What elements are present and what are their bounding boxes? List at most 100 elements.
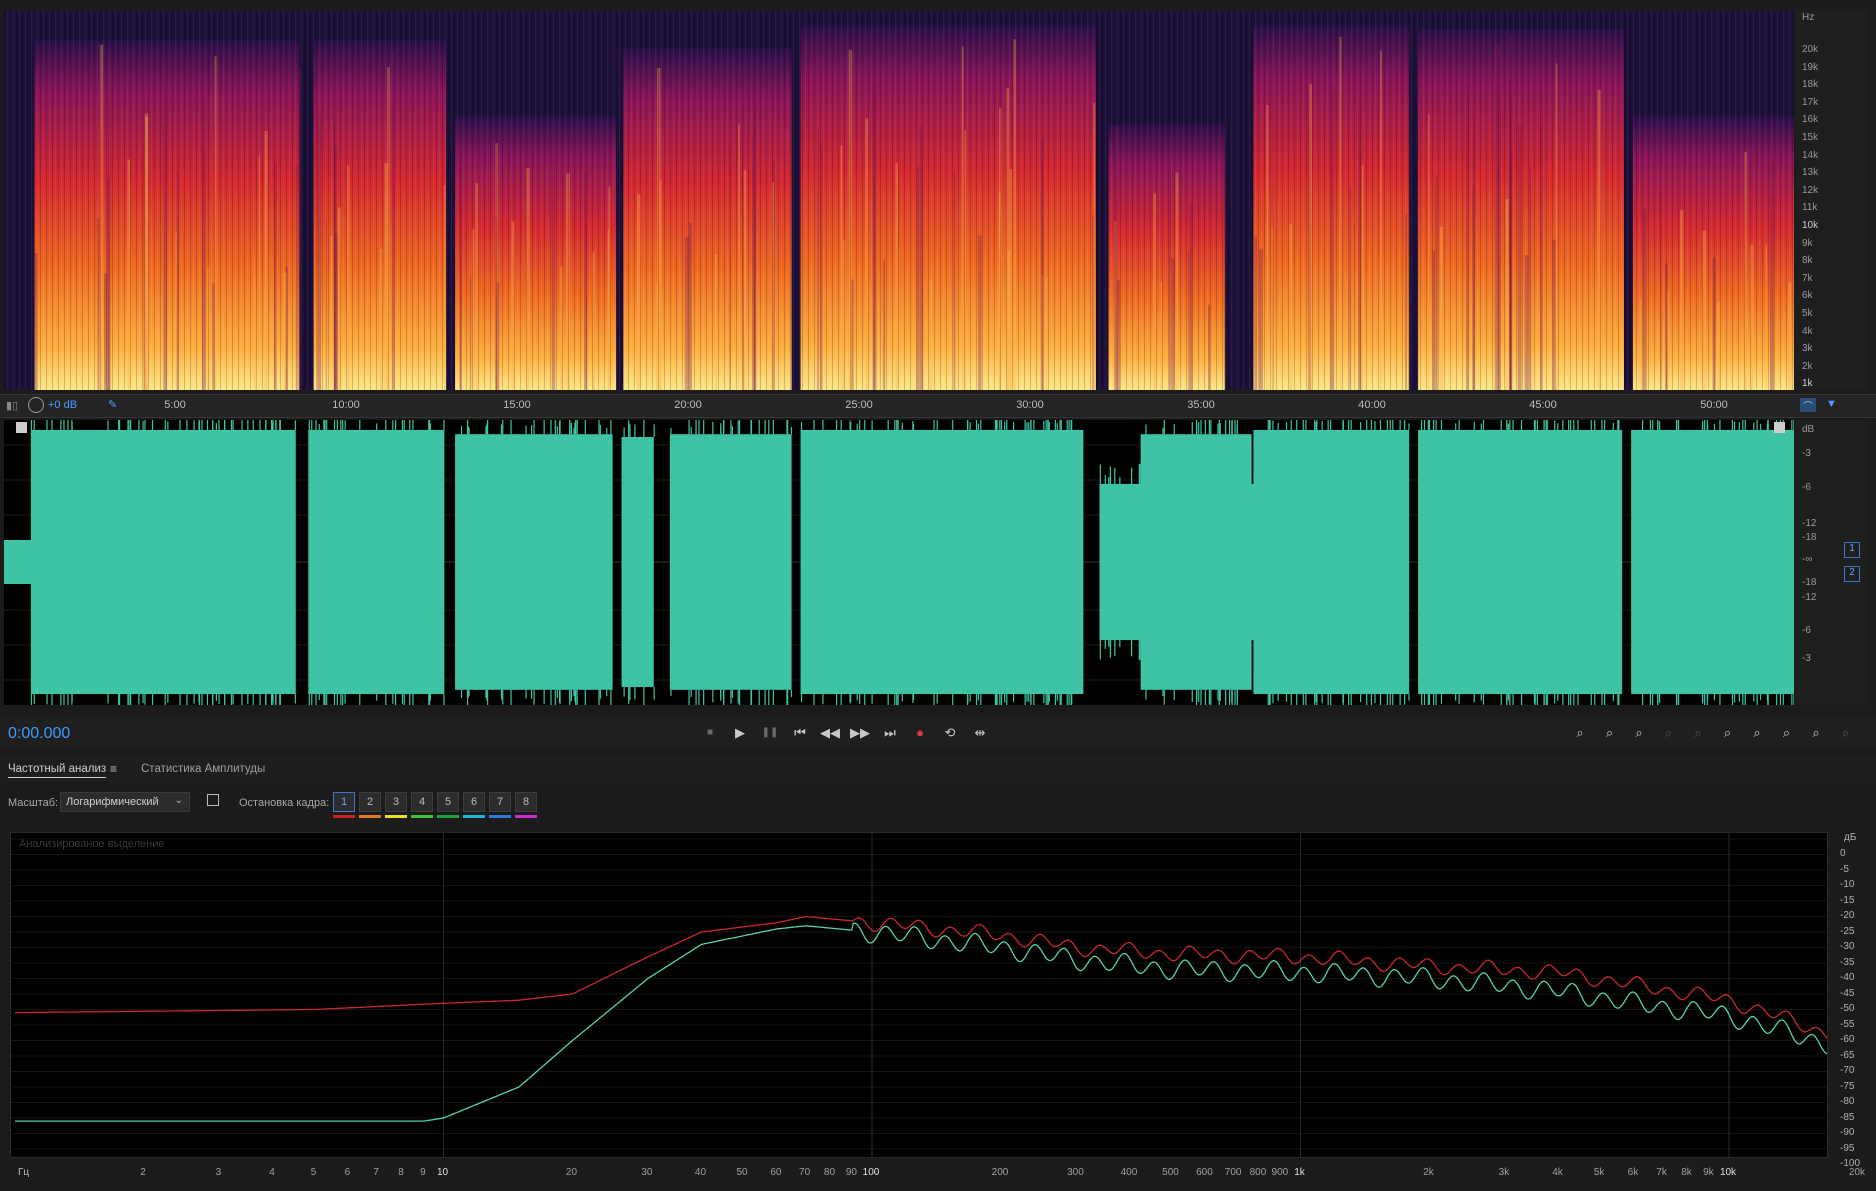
waveform-peak [1793,694,1794,705]
channel-2-button[interactable]: 2 [1844,566,1860,582]
freeze-frame-button-5[interactable]: 5 [437,792,459,812]
marker-icon[interactable]: ▼ [1826,398,1837,410]
channel-1-button[interactable]: 1 [1844,542,1860,558]
hz-label: 3k [1802,343,1813,355]
stop-icon[interactable]: ■ [700,724,720,742]
current-time[interactable]: 0:00.000 [8,725,70,743]
waveform-peak [385,420,387,430]
zoom-tracks-icon[interactable]: ⌕ [1806,724,1826,742]
zoom-selection-icon[interactable]: ⌕ [1777,724,1797,742]
tab-amplitude-statistics[interactable]: Статистика Амплитуды [141,763,265,775]
freeze-frame-button-6[interactable]: 6 [463,792,485,812]
waveform-peak [1026,694,1028,702]
zoom-full-icon[interactable]: ⌕ [1688,724,1708,742]
zoom-in-right-icon[interactable]: ⌕ [1747,724,1767,742]
waveform-peak [468,428,470,435]
waveform-peak [1509,694,1511,705]
gain-knob-icon[interactable] [28,397,44,413]
freeze-frame-button-4[interactable]: 4 [411,792,433,812]
waveform-peak [1033,420,1035,430]
zoom-in-amplitude-icon[interactable]: ⌕ [1570,724,1590,742]
scale-label: Масштаб: [8,797,59,809]
track-toggle-right-icon[interactable] [1774,422,1785,433]
record-icon[interactable]: ● [910,724,930,742]
db-label: -3 [1802,653,1811,664]
transport-bar: 0:00.000 ■ ▶ ❚❚ ⏮ ◀◀ ▶▶ ⏭ ● ⟲ ⇹ ⌕ ⌕ ⌕ ⌕ ⌕ ⌕ ⌕ ⌕ ⌕ ⌕ [0,718,1876,748]
time-tick-label: 20:00 [674,399,702,411]
waveform-peak [487,689,489,705]
waveform-peak [1379,420,1382,430]
zoom-in-left-icon[interactable]: ⌕ [1718,724,1738,742]
freeze-frame-button-1[interactable]: 1 [333,792,355,812]
hz-label: 9k [1802,237,1813,249]
waveform-peak [1594,694,1596,705]
frequency-tick-label: 30 [641,1167,653,1178]
waveform-peak [1342,421,1344,430]
zoom-out-amplitude-icon[interactable]: ⌕ [1600,724,1620,742]
waveform-peak [720,426,722,435]
waveform-peak [1557,423,1559,430]
frequency-tick-label: 80 [823,1167,836,1178]
time-ruler[interactable]: ▮▯ +0 dB ✎ 5:00 10:00 15:00 20:00 25:00 30:00… [0,394,1876,418]
zoom-out-time-icon[interactable]: ⌕ [1659,724,1679,742]
waveform-peak [1428,420,1431,430]
menu-icon[interactable]: ≡ [110,762,117,776]
waveform-peak [71,422,73,430]
waveform-peak [628,420,630,438]
freeze-frame-button-7[interactable]: 7 [489,792,511,812]
rewind-icon[interactable]: ◀◀ [820,724,840,742]
waveform-peak [51,694,53,705]
waveform-peak [138,694,140,705]
scale-select[interactable]: Логарифмический ⌄ [60,792,190,812]
waveform-peak [936,694,938,704]
waveform-peak [247,420,249,430]
waveform-peak [584,420,586,435]
gain-readout[interactable]: +0 dB [48,399,77,411]
freeze-frame-button-3[interactable]: 3 [385,792,407,812]
zoom-in-time-icon[interactable]: ⌕ [1629,724,1649,742]
skip-selection-icon[interactable]: ⇹ [970,724,990,742]
freeze-frame-button-8[interactable]: 8 [515,792,537,812]
waveform-peak [653,686,655,700]
waveform-peak [344,694,346,704]
waveform-peak [623,686,625,697]
freq-unit-label: Гц [18,1167,30,1178]
waveform-peak [1321,420,1323,430]
tab-frequency-analysis[interactable]: Частотный анализ [8,763,107,778]
waveform-view[interactable] [4,420,1794,705]
fast-forward-icon[interactable]: ▶▶ [850,724,870,742]
waveform-peak [1392,694,1394,705]
waveform-peak [1033,694,1035,705]
waveform-peak [67,694,69,705]
waveform-peak [1793,420,1794,430]
waveform-peak [1163,689,1165,705]
headphones-icon[interactable]: ⌒ [1800,398,1816,413]
loop-icon[interactable]: ⟲ [940,724,960,742]
freeze-frame-button-2[interactable]: 2 [359,792,381,812]
waveform-peak [1370,420,1373,430]
track-toggle-icon[interactable] [16,422,27,433]
waveform-peak [1554,420,1556,430]
frequency-spectrum-plot[interactable]: Анализированое выделение [10,832,1828,1158]
zoom-reset-icon[interactable]: ⌕ [1836,724,1856,742]
copy-icon[interactable] [207,794,219,806]
spectrogram-view[interactable] [4,10,1794,390]
waveform-peak [550,420,552,435]
hz-label: 15k [1802,132,1819,143]
waveform-peak [1060,694,1062,705]
waveform-peak [1618,420,1620,430]
waveform-segment [1631,429,1794,695]
waveform-peak [1231,689,1233,704]
pin-icon[interactable]: ✎ [108,398,117,411]
waveform-peak [1649,694,1651,705]
waveform-peak [1657,420,1659,430]
frequency-tick-label: 800 [1249,1167,1267,1178]
waveform-peak [1225,689,1227,705]
waveform-peak [1480,423,1482,430]
waveform-peak [1719,420,1721,430]
play-icon[interactable]: ▶ [730,724,750,742]
skip-to-start-icon[interactable]: ⏮ [790,724,810,742]
waveform-peak [1408,694,1410,701]
skip-to-end-icon[interactable]: ⏭ [880,724,900,742]
pause-icon[interactable]: ❚❚ [760,724,780,742]
